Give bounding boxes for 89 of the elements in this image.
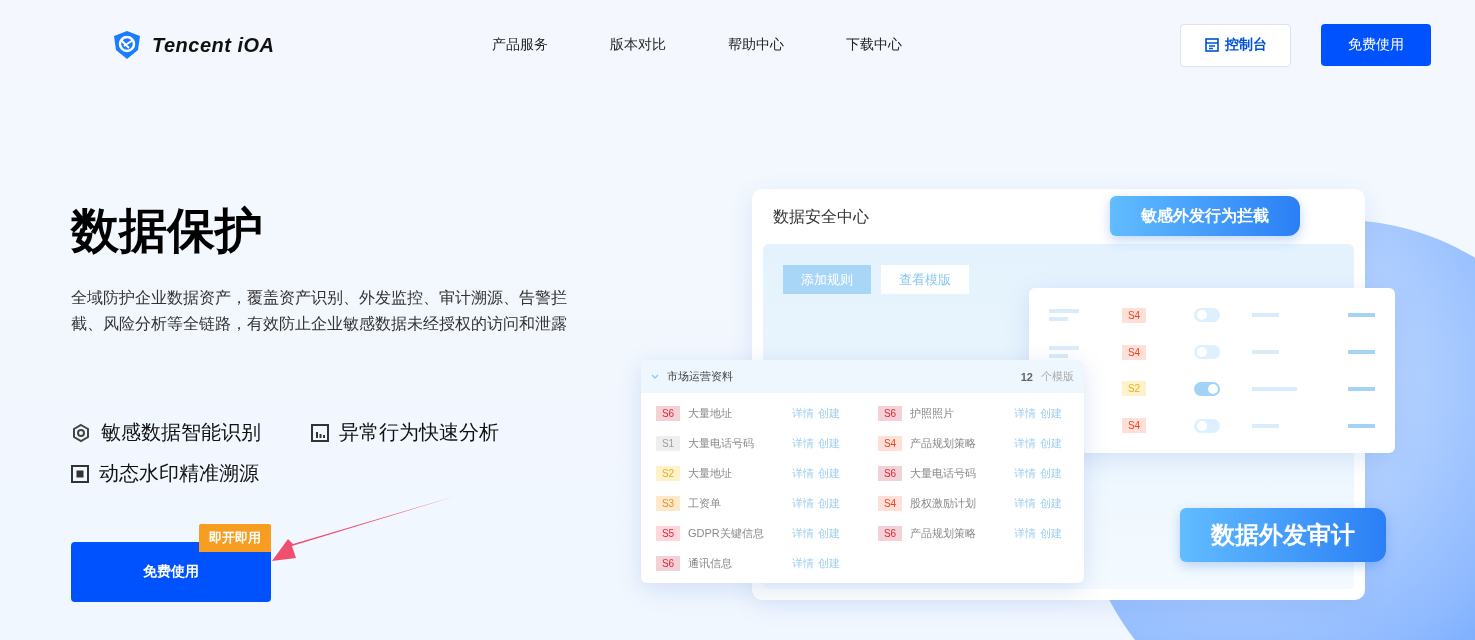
nav-link[interactable]: 产品服务 [492, 36, 548, 54]
action-link[interactable]: 创建 [818, 496, 840, 511]
level-tag: S6 [878, 466, 902, 481]
action-link[interactable]: 详情 [1014, 526, 1036, 541]
action-link[interactable]: 详情 [792, 406, 814, 421]
feature-banner: 敏感外发行为拦截 [1110, 196, 1300, 236]
toggle-switch[interactable] [1194, 308, 1220, 323]
nav-link[interactable]: 下载中心 [846, 36, 902, 54]
hexagon-icon [71, 422, 91, 443]
feature-label: 敏感数据智能识别 [101, 420, 261, 445]
level-tag: S6 [878, 406, 902, 421]
free-trial-button[interactable]: 免费使用 [1321, 24, 1431, 66]
count-unit: 个模版 [1041, 369, 1074, 384]
action-link[interactable]: 详情 [1014, 466, 1036, 481]
hero-title: 数据保护 [71, 203, 264, 259]
action-link[interactable]: 创建 [1040, 406, 1062, 421]
level-tag: S4 [878, 496, 902, 511]
action-link[interactable]: 详情 [1014, 406, 1036, 421]
level-tag: S2 [1122, 381, 1146, 397]
action-link[interactable]: 详情 [792, 436, 814, 451]
template-name: 产品规划策略 [910, 526, 977, 541]
console-icon [1204, 38, 1219, 52]
action-link[interactable]: 创建 [1040, 526, 1062, 541]
level-tag: S6 [878, 526, 902, 541]
nav-link[interactable]: 版本对比 [610, 36, 666, 54]
action-link[interactable]: 创建 [1040, 436, 1062, 451]
toggle-switch[interactable] [1194, 381, 1220, 396]
template-count: 12 [1020, 370, 1033, 383]
level-tag: S4 [1122, 418, 1146, 434]
action-link[interactable]: 创建 [1040, 466, 1062, 481]
level-tag: S6 [656, 556, 680, 571]
shield-logo-icon [112, 30, 142, 60]
panel-button[interactable]: 添加规则 [783, 265, 871, 294]
placeholder-bar-icon [1252, 423, 1279, 428]
action-link[interactable]: 创建 [818, 436, 840, 451]
placeholder-bar-icon [1252, 386, 1297, 391]
hero-description: 全域防护企业数据资产，覆盖资产识别、外发监控、审计溯源、告警拦截、风险分析等全链路，有效防止企业敏感数据未经授权的访问和泄露 [71, 288, 568, 334]
action-link[interactable]: 创建 [818, 556, 840, 571]
template-name: 产品规划策略 [910, 436, 977, 451]
feature-label: 动态水印精准溯源 [99, 461, 259, 486]
action-link[interactable]: 详情 [792, 526, 814, 541]
action-link[interactable]: 详情 [1014, 436, 1036, 451]
badge: 即开即用 [199, 524, 271, 552]
logo-text: Tencent iOA [152, 33, 275, 57]
template-name: 大量地址 [688, 466, 733, 481]
level-tag: S4 [1122, 344, 1146, 360]
level-tag: S4 [878, 436, 902, 451]
action-link[interactable]: 创建 [818, 406, 840, 421]
level-tag: S5 [656, 526, 680, 541]
toggle-switch[interactable] [1194, 418, 1220, 433]
placeholder-bar-icon [1348, 350, 1375, 355]
feature-label: 异常行为快速分析 [339, 420, 499, 445]
action-link[interactable]: 详情 [792, 466, 814, 481]
chevron-down-icon[interactable] [651, 374, 659, 379]
list-title: 市场运营资料 [667, 369, 733, 384]
action-link[interactable]: 详情 [792, 556, 814, 571]
action-link[interactable]: 详情 [792, 496, 814, 511]
lines-icon [1049, 346, 1079, 359]
template-name: 护照照片 [910, 406, 955, 421]
action-link[interactable]: 创建 [818, 466, 840, 481]
level-tag: S6 [656, 406, 680, 421]
level-tag: S1 [656, 436, 680, 451]
panel-button[interactable]: 查看模版 [881, 265, 969, 294]
placeholder-bar-icon [1348, 386, 1375, 391]
placeholder-bar-icon [1252, 350, 1279, 355]
template-name: 大量地址 [688, 406, 733, 421]
frame-icon [71, 464, 89, 483]
bar-chart-icon [311, 423, 329, 442]
toggle-switch[interactable] [1194, 345, 1220, 360]
template-name: 股权激励计划 [910, 496, 977, 511]
action-link[interactable]: 创建 [1040, 496, 1062, 511]
template-name: 大量电话号码 [688, 436, 755, 451]
placeholder-bar-icon [1348, 313, 1375, 318]
placeholder-bar-icon [1348, 423, 1375, 428]
level-tag: S4 [1122, 307, 1146, 323]
lines-icon [1049, 309, 1079, 322]
template-name: 大量电话号码 [910, 466, 977, 481]
level-tag: S2 [656, 466, 680, 481]
action-link[interactable]: 详情 [1014, 496, 1036, 511]
template-name: 通讯信息 [688, 556, 733, 571]
nav-link[interactable]: 帮助中心 [728, 36, 784, 54]
feature-banner: 数据外发审计 [1180, 508, 1386, 562]
template-name: GDPR关键信息 [688, 526, 765, 541]
panel-title: 数据安全中心 [773, 207, 869, 227]
console-button[interactable]: 控制台 [1180, 23, 1291, 67]
placeholder-bar-icon [1252, 313, 1279, 318]
action-link[interactable]: 创建 [818, 526, 840, 541]
level-tag: S3 [656, 496, 680, 511]
template-name: 工资单 [688, 496, 722, 511]
